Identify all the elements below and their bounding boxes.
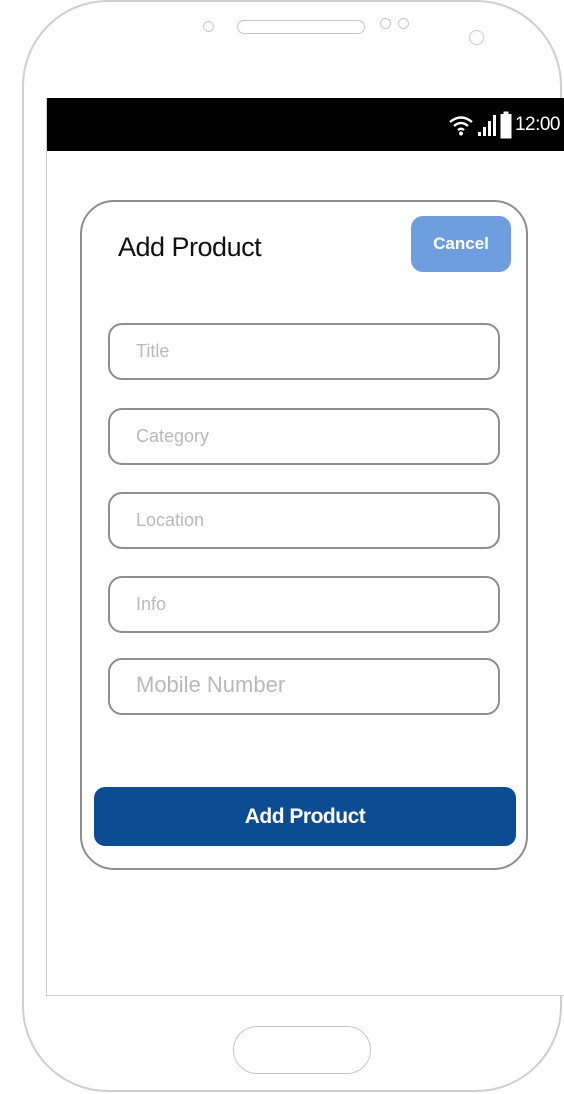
status-time: 12:00 xyxy=(514,114,561,135)
category-input[interactable] xyxy=(108,408,500,465)
cancel-button[interactable]: Cancel xyxy=(411,216,511,272)
mobile-number-input[interactable] xyxy=(108,658,500,715)
sensor-dot-icon xyxy=(398,18,409,29)
sensor-dot-icon xyxy=(380,18,391,29)
front-camera-icon xyxy=(469,30,484,45)
battery-icon xyxy=(500,111,512,139)
location-input[interactable] xyxy=(108,492,500,549)
phone-screen: 12:00 Add Product Cancel Add Product xyxy=(46,98,564,996)
signal-icon xyxy=(477,115,496,136)
page-title: Add Product xyxy=(118,232,262,262)
status-bar: 12:00 xyxy=(47,98,564,151)
title-input[interactable] xyxy=(108,323,500,380)
wifi-icon xyxy=(449,116,473,136)
status-icons: 12:00 xyxy=(448,110,561,140)
add-product-card: Add Product Cancel Add Product xyxy=(80,200,528,870)
add-product-button[interactable]: Add Product xyxy=(94,787,516,846)
speaker-grill xyxy=(237,20,365,34)
home-button[interactable] xyxy=(233,1026,371,1074)
info-input[interactable] xyxy=(108,576,500,633)
sensor-dot-icon xyxy=(203,21,214,32)
